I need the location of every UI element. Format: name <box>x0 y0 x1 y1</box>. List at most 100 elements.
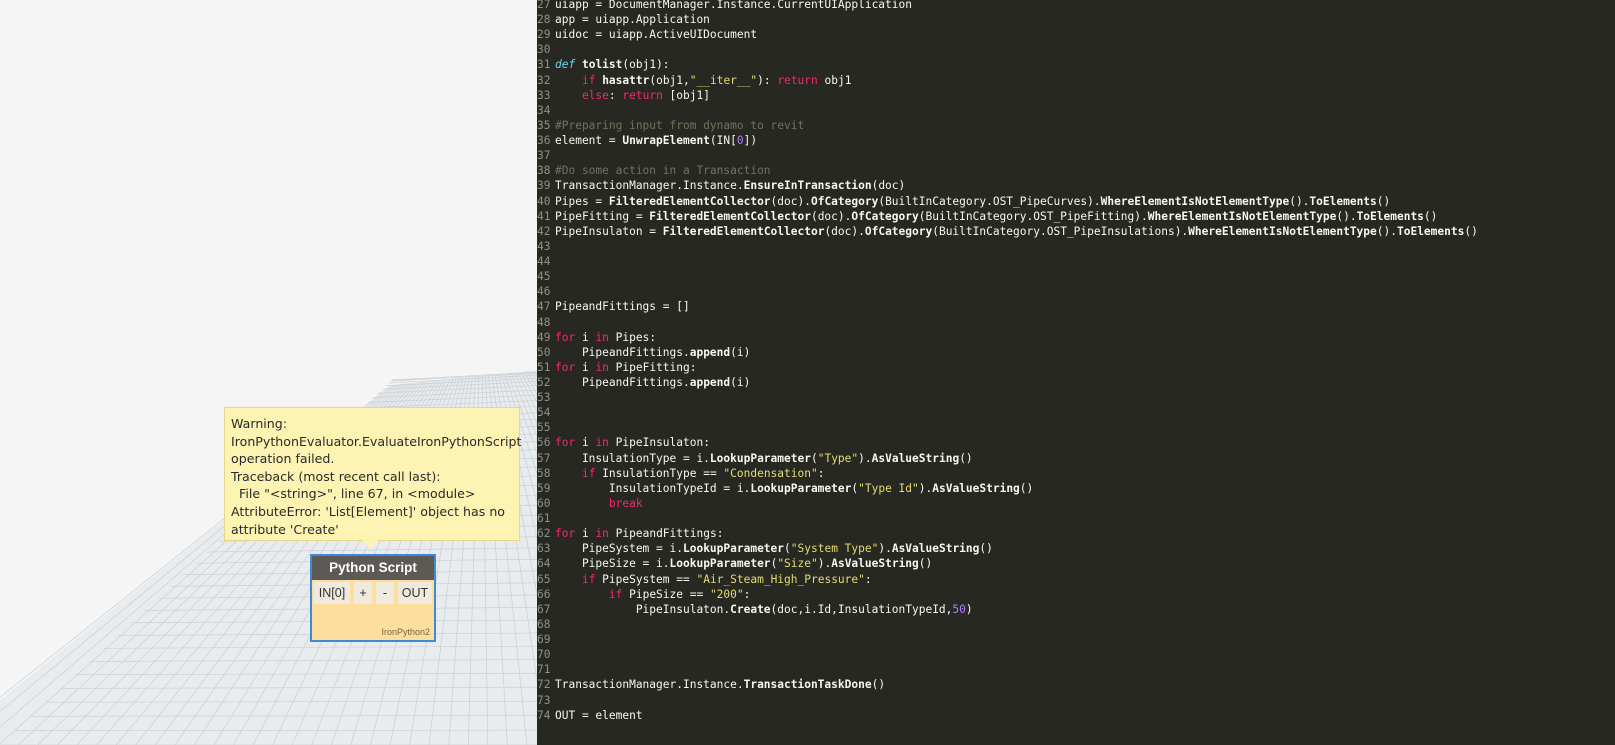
code-line[interactable]: 45 <box>537 269 555 285</box>
line-number: 40 <box>537 194 551 208</box>
output-port-out[interactable]: OUT <box>398 582 432 604</box>
code-text[interactable]: PipeInsulaton.Create(doc,i.Id,Insulation… <box>555 603 973 616</box>
code-line[interactable]: 73 <box>537 693 555 709</box>
code-text[interactable]: PipeSize = i.LookupParameter("Size").AsV… <box>555 557 932 570</box>
code-line[interactable]: 32 if hasattr(obj1,"__iter__"): return o… <box>537 73 851 89</box>
code-text[interactable]: element = UnwrapElement(IN[0]) <box>555 134 757 147</box>
add-input-button[interactable]: + <box>354 582 372 604</box>
code-line[interactable]: 61 <box>537 511 555 527</box>
code-line[interactable]: 59 InsulationTypeId = i.LookupParameter(… <box>537 481 1033 497</box>
python-code-editor[interactable]: 27 uiapp = DocumentManager.Instance.Curre… <box>537 0 1615 745</box>
code-line[interactable]: 56 for i in PipeInsulaton: <box>537 435 710 451</box>
code-text[interactable]: PipeandFittings.append(i) <box>555 346 750 359</box>
line-number: 63 <box>537 542 551 556</box>
code-line[interactable]: 51 for i in PipeFitting: <box>537 360 696 376</box>
code-line[interactable]: 66 if PipeSize == "200": <box>537 587 750 603</box>
code-line[interactable]: 72 TransactionManager.Instance.Transactio… <box>537 677 885 693</box>
code-line[interactable]: 58 if InsulationType == "Condensation": <box>537 466 824 482</box>
line-number: 37 <box>537 149 551 163</box>
code-text[interactable]: def tolist(obj1): <box>555 58 670 71</box>
code-line[interactable]: 74 OUT = element <box>537 708 643 724</box>
line-number: 45 <box>537 270 551 284</box>
dynamo-canvas[interactable]: Warning: IronPythonEvaluator.EvaluateIro… <box>0 0 540 745</box>
code-text[interactable]: OUT = element <box>555 709 643 722</box>
code-text[interactable]: #Preparing input from dynamo to revit <box>555 119 804 132</box>
code-line[interactable]: 47 PipeandFittings = [] <box>537 299 690 315</box>
code-line[interactable]: 37 <box>537 148 555 164</box>
code-line[interactable]: 41 PipeFitting = FilteredElementCollector… <box>537 209 1437 225</box>
code-line[interactable]: 71 <box>537 662 555 678</box>
code-text[interactable]: app = uiapp.Application <box>555 13 710 26</box>
code-text[interactable]: InsulationType = i.LookupParameter("Type… <box>555 452 973 465</box>
code-text[interactable]: TransactionManager.Instance.EnsureInTran… <box>555 179 905 192</box>
code-line[interactable]: 34 <box>537 103 555 119</box>
code-line[interactable]: 49 for i in Pipes: <box>537 330 656 346</box>
remove-input-button[interactable]: - <box>376 582 394 604</box>
code-text[interactable]: for i in PipeInsulaton: <box>555 436 710 449</box>
code-line[interactable]: 42 PipeInsulaton = FilteredElementCollect… <box>537 224 1478 240</box>
code-line[interactable]: 60 break <box>537 496 643 512</box>
code-text[interactable]: for i in Pipes: <box>555 331 656 344</box>
code-text[interactable]: PipeFitting = FilteredElementCollector(d… <box>555 210 1437 223</box>
code-line[interactable]: 33 else: return [obj1] <box>537 88 710 104</box>
code-line[interactable]: 27 uiapp = DocumentManager.Instance.Curre… <box>537 0 912 13</box>
input-port-in0[interactable]: IN[0] <box>314 582 350 604</box>
background-grid <box>0 370 540 745</box>
code-text[interactable]: for i in PipeandFittings: <box>555 527 723 540</box>
code-line[interactable]: 43 <box>537 239 555 255</box>
code-line[interactable]: 68 <box>537 617 555 633</box>
code-line[interactable]: 30 <box>537 42 555 58</box>
code-text[interactable]: if InsulationType == "Condensation": <box>555 467 825 480</box>
code-line[interactable]: 38 #Do some action in a Transaction <box>537 163 771 179</box>
code-line[interactable]: 69 <box>537 632 555 648</box>
code-line[interactable]: 29 uidoc = uiapp.ActiveUIDocument <box>537 27 757 43</box>
code-text[interactable]: if PipeSystem == "Air_Steam_High_Pressur… <box>555 573 872 586</box>
code-line[interactable]: 50 PipeandFittings.append(i) <box>537 345 750 361</box>
code-line[interactable]: 53 <box>537 390 555 406</box>
code-text[interactable]: PipeandFittings = [] <box>555 300 690 313</box>
code-text[interactable]: else: return [obj1] <box>555 89 710 102</box>
code-text[interactable]: #Do some action in a Transaction <box>555 164 771 177</box>
code-line[interactable]: 54 <box>537 405 555 421</box>
code-line[interactable]: 28 app = uiapp.Application <box>537 12 710 28</box>
code-line[interactable]: 40 Pipes = FilteredElementCollector(doc).… <box>537 194 1390 210</box>
code-text[interactable]: if hasattr(obj1,"__iter__"): return obj1 <box>555 74 852 87</box>
code-line[interactable]: 39 TransactionManager.Instance.EnsureInTr… <box>537 178 905 194</box>
code-line[interactable]: 35 #Preparing input from dynamo to revit <box>537 118 804 134</box>
code-text[interactable]: PipeInsulaton = FilteredElementCollector… <box>555 225 1478 238</box>
code-line[interactable]: 46 <box>537 284 555 300</box>
code-text[interactable]: if PipeSize == "200": <box>555 588 750 601</box>
code-text[interactable]: for i in PipeFitting: <box>555 361 696 374</box>
code-line[interactable]: 44 <box>537 254 555 270</box>
code-line[interactable]: 62 for i in PipeandFittings: <box>537 526 723 542</box>
code-text[interactable]: uiapp = DocumentManager.Instance.Current… <box>555 0 912 11</box>
code-line[interactable]: 55 <box>537 420 555 436</box>
code-text[interactable]: InsulationTypeId = i.LookupParameter("Ty… <box>555 482 1033 495</box>
line-number: 36 <box>537 134 551 148</box>
code-line[interactable]: 31 def tolist(obj1): <box>537 57 670 73</box>
line-number: 68 <box>537 617 551 631</box>
code-line[interactable]: 36 element = UnwrapElement(IN[0]) <box>537 133 757 149</box>
python-script-node[interactable]: Python Script IN[0] + - OUT IronPython2 <box>310 554 436 642</box>
code-text[interactable]: PipeandFittings.append(i) <box>555 376 750 389</box>
code-line[interactable]: 63 PipeSystem = i.LookupParameter("Syste… <box>537 541 993 557</box>
code-text[interactable]: PipeSystem = i.LookupParameter("System T… <box>555 542 993 555</box>
code-text[interactable]: TransactionManager.Instance.TransactionT… <box>555 678 885 691</box>
code-text[interactable]: break <box>555 497 643 510</box>
line-number: 57 <box>537 451 551 465</box>
line-number: 34 <box>537 103 551 117</box>
code-line[interactable]: 65 if PipeSystem == "Air_Steam_High_Pres… <box>537 572 872 588</box>
line-number: 41 <box>537 209 551 223</box>
node-title[interactable]: Python Script <box>312 556 434 580</box>
code-line[interactable]: 52 PipeandFittings.append(i) <box>537 375 750 391</box>
engine-label[interactable]: IronPython2 <box>381 627 430 637</box>
line-number: 55 <box>537 421 551 435</box>
code-line[interactable]: 64 PipeSize = i.LookupParameter("Size").… <box>537 556 932 572</box>
line-number: 71 <box>537 663 551 677</box>
code-text[interactable]: Pipes = FilteredElementCollector(doc).Of… <box>555 195 1390 208</box>
code-line[interactable]: 70 <box>537 647 555 663</box>
code-text[interactable]: uidoc = uiapp.ActiveUIDocument <box>555 28 757 41</box>
code-line[interactable]: 67 PipeInsulaton.Create(doc,i.Id,Insulat… <box>537 602 973 618</box>
code-line[interactable]: 48 <box>537 315 555 331</box>
code-line[interactable]: 57 InsulationType = i.LookupParameter("T… <box>537 451 973 467</box>
